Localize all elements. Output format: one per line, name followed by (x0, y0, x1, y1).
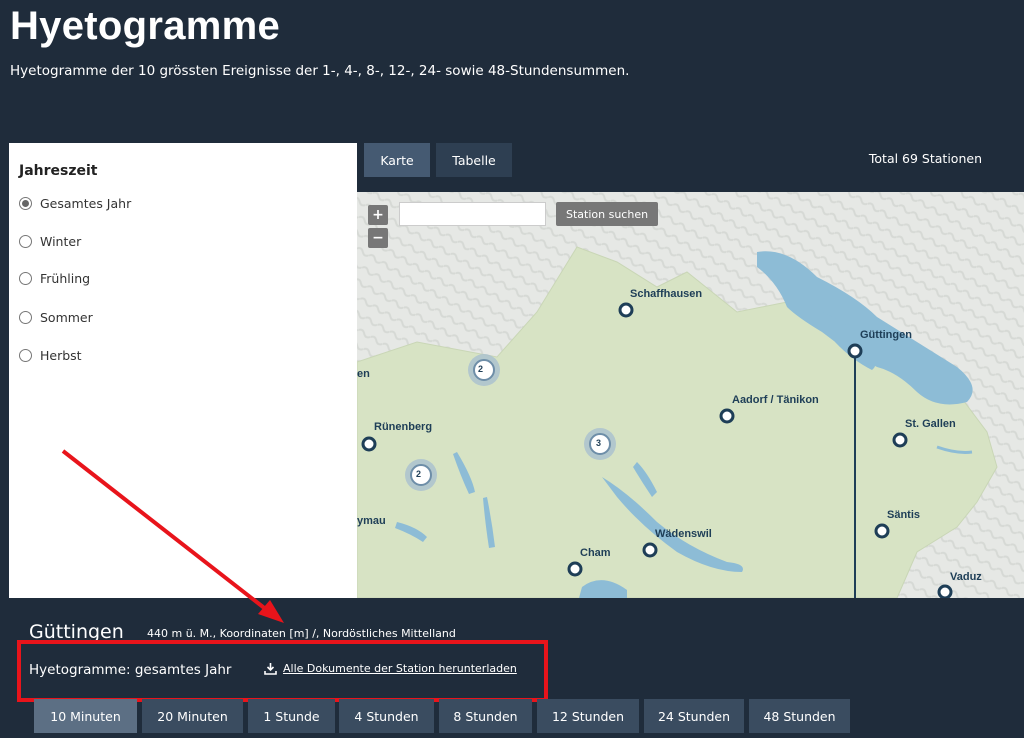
station-label-schaffhausen[interactable]: Schaffhausen (630, 288, 702, 300)
station-meta: 440 m ü. M., Koordinaten [m] /, Nordöstl… (147, 627, 456, 640)
station-label-partial[interactable]: en (357, 368, 370, 380)
station-search-input[interactable] (399, 202, 546, 226)
radio-fruehling[interactable]: Frühling (19, 271, 90, 286)
tab-12-stunden[interactable]: 12 Stunden (537, 699, 639, 733)
radio-label: Gesamtes Jahr (40, 196, 132, 211)
station-label-saentis[interactable]: Säntis (887, 509, 920, 521)
radio-unchecked-icon[interactable] (19, 272, 32, 285)
tab-4-stunden[interactable]: 4 Stunden (339, 699, 434, 733)
total-stations-count: Total 69 Stationen (868, 151, 982, 166)
station-search-button[interactable]: Station suchen (556, 202, 659, 226)
tab-10-minuten[interactable]: 10 Minuten (34, 699, 137, 733)
radio-sommer[interactable]: Sommer (19, 310, 93, 325)
cluster-count: 2 (416, 469, 422, 479)
hyetogram-label: Hyetogramme: gesamtes Jahr (29, 662, 232, 678)
season-filter-panel: Jahreszeit Gesamtes Jahr Winter Frühling… (9, 143, 357, 598)
radio-unchecked-icon[interactable] (19, 349, 32, 362)
page-subtitle: Hyetogramme der 10 grössten Ereignisse d… (10, 63, 630, 79)
download-icon[interactable] (264, 662, 277, 675)
radio-label: Sommer (40, 310, 93, 325)
station-label-waedenswil[interactable]: Wädenswil (655, 528, 712, 540)
cluster-count: 3 (596, 438, 602, 448)
radio-unchecked-icon[interactable] (19, 311, 32, 324)
station-map[interactable]: + − Station suchen 2 3 2 Schaffhausen Gü… (357, 192, 1024, 598)
tab-24-stunden[interactable]: 24 Stunden (644, 699, 744, 733)
radio-label: Frühling (40, 271, 91, 286)
station-label-guettingen[interactable]: Güttingen (860, 329, 912, 341)
radio-winter[interactable]: Winter (19, 234, 81, 249)
station-name: Güttingen (29, 621, 124, 643)
station-label-st-gallen[interactable]: St. Gallen (905, 418, 956, 430)
tab-1-stunde[interactable]: 1 Stunde (248, 699, 335, 733)
cluster-count: 2 (478, 364, 484, 374)
tab-tabelle[interactable]: Tabelle (436, 143, 512, 177)
page-title: Hyetogramme (10, 4, 281, 48)
station-label-cham[interactable]: Cham (580, 547, 611, 559)
season-filter-heading: Jahreszeit (19, 163, 98, 179)
tab-karte[interactable]: Karte (364, 143, 430, 177)
station-label-aadorf[interactable]: Aadorf / Tänikon (732, 394, 819, 406)
radio-gesamtes-jahr[interactable]: Gesamtes Jahr (19, 196, 131, 211)
tab-8-stunden[interactable]: 8 Stunden (439, 699, 532, 733)
station-label-ruenenberg[interactable]: Rünenberg (374, 421, 432, 433)
download-all-link[interactable]: Alle Dokumente der Station herunterladen (264, 662, 517, 675)
radio-label: Winter (40, 234, 82, 249)
download-link-label[interactable]: Alle Dokumente der Station herunterladen (283, 662, 517, 675)
zoom-out-button[interactable]: − (368, 228, 388, 248)
radio-checked-icon[interactable] (19, 197, 32, 210)
zoom-in-button[interactable]: + (368, 205, 388, 225)
radio-label: Herbst (40, 348, 82, 363)
station-label-vaduz[interactable]: Vaduz (950, 571, 982, 583)
radio-unchecked-icon[interactable] (19, 235, 32, 248)
station-label-partial[interactable]: ymau (357, 515, 386, 527)
tab-20-minuten[interactable]: 20 Minuten (142, 699, 243, 733)
radio-herbst[interactable]: Herbst (19, 348, 82, 363)
tab-48-stunden[interactable]: 48 Stunden (749, 699, 850, 733)
